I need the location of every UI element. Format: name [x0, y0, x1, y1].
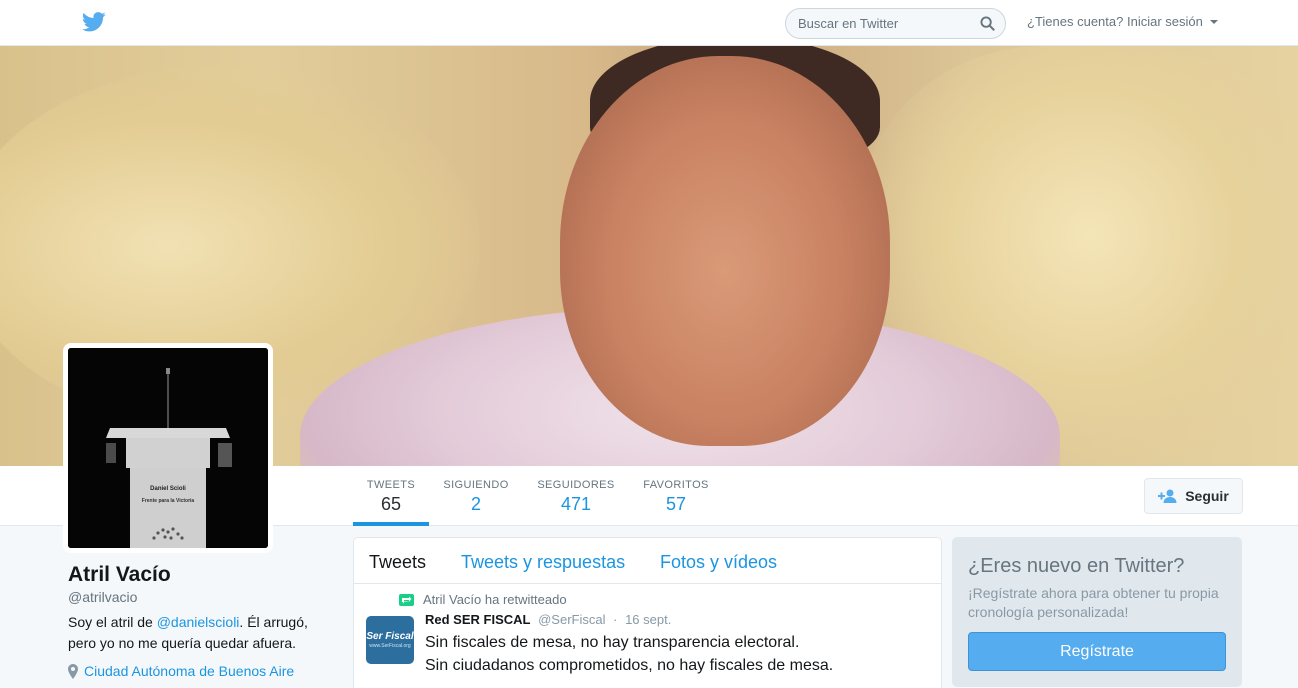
twitter-bird-icon[interactable] — [82, 12, 106, 32]
timeline-card: Tweets Tweets y respuestas Fotos y vídeo… — [353, 537, 942, 688]
location-pin-icon — [68, 663, 78, 679]
tweet-header: Red SER FISCAL @SerFiscal · 16 sept. — [425, 612, 671, 627]
timeline-tabs: Tweets Tweets y respuestas Fotos y vídeo… — [354, 538, 941, 584]
stat-label: SEGUIDORES — [537, 479, 615, 491]
follow-user-icon — [1158, 489, 1177, 503]
login-link[interactable]: Iniciar sesión — [1127, 14, 1203, 29]
caret-down-icon — [1210, 20, 1219, 24]
stat-value: 471 — [560, 494, 592, 514]
bio-text-prefix: Soy el atril de — [68, 614, 157, 630]
login-menu[interactable]: ¿Tienes cuenta? Iniciar sesión — [1027, 14, 1219, 29]
follow-button-label: Seguir — [1185, 488, 1229, 504]
tweet-text: Sin fiscales de mesa, no hay transparenc… — [425, 631, 925, 677]
signup-card: ¿Eres nuevo en Twitter? ¡Regístrate ahor… — [952, 537, 1242, 687]
search-input[interactable] — [786, 9, 966, 38]
location-text[interactable]: Ciudad Autónoma de Buenos Aire — [84, 663, 294, 679]
stat-label: SIGUIENDO — [443, 479, 509, 491]
tweet-avatar-text: Ser Fiscal — [366, 631, 414, 642]
top-nav: ¿Tienes cuenta? Iniciar sesión — [0, 0, 1298, 46]
profile-handle[interactable]: @atrilvacio — [68, 589, 137, 605]
signup-text: ¡Regístrate ahora para obtener tu propia… — [968, 585, 1219, 620]
tweet-text-line: Sin fiscales de mesa, no hay transparenc… — [425, 634, 800, 651]
signup-button[interactable]: Regístrate — [968, 632, 1226, 671]
podium-text: Daniel Scioli — [150, 486, 186, 492]
tweet-separator: · — [613, 612, 618, 627]
stat-favorites[interactable]: FAVORITOS 57 — [640, 466, 712, 526]
login-prompt: ¿Tienes cuenta? — [1027, 14, 1124, 29]
search-box — [785, 8, 1006, 39]
tweet-author-name[interactable]: Red SER FISCAL — [425, 612, 530, 627]
stat-tweets[interactable]: TWEETS 65 — [353, 466, 429, 526]
retweet-context: Atril Vacío ha retwitteado — [399, 592, 567, 607]
tab-tweets[interactable]: Tweets — [369, 552, 426, 573]
stat-value: 2 — [470, 494, 481, 514]
profile-name[interactable]: Atril Vacío — [68, 563, 171, 587]
bio-mention-link[interactable]: @danielscioli — [157, 614, 240, 630]
stat-value: 65 — [380, 494, 402, 514]
tweet-author-avatar[interactable]: Ser Fiscal www.SerFiscal.org — [366, 616, 414, 664]
tweet-author-handle[interactable]: @SerFiscal — [538, 612, 605, 627]
retweet-icon — [399, 593, 414, 606]
tweet-text-line: Sin ciudadanos comprometidos, no hay fis… — [425, 657, 834, 674]
profile-avatar[interactable]: Daniel Scioli Frente para la Victoria — [63, 343, 273, 553]
signup-title: ¿Eres nuevo en Twitter? — [968, 555, 1185, 577]
profile-location[interactable]: Ciudad Autónoma de Buenos Aire — [68, 663, 294, 679]
tab-photos-videos[interactable]: Fotos y vídeos — [660, 552, 777, 573]
tweet-avatar-subtext: www.SerFiscal.org — [369, 643, 411, 649]
stat-followers[interactable]: SEGUIDORES 471 — [535, 466, 617, 526]
profile-bio: Soy el atril de @danielscioli. Él arrugó… — [68, 612, 338, 654]
banner-face — [560, 56, 890, 446]
retweet-context-text[interactable]: Atril Vacío ha retwitteado — [423, 592, 567, 607]
search-icon[interactable] — [980, 16, 995, 31]
stat-label: TWEETS — [366, 479, 416, 491]
stat-value: 57 — [665, 494, 687, 514]
stat-following[interactable]: SIGUIENDO 2 — [441, 466, 511, 526]
follow-button[interactable]: Seguir — [1144, 478, 1243, 514]
stat-label: FAVORITOS — [643, 479, 709, 491]
tweet-date[interactable]: 16 sept. — [625, 612, 671, 627]
podium-subtext: Frente para la Victoria — [141, 498, 195, 504]
tab-tweets-replies[interactable]: Tweets y respuestas — [461, 552, 625, 573]
podium-image — [68, 348, 268, 548]
tweet-item[interactable]: Atril Vacío ha retwitteado Ser Fiscal ww… — [354, 584, 941, 688]
